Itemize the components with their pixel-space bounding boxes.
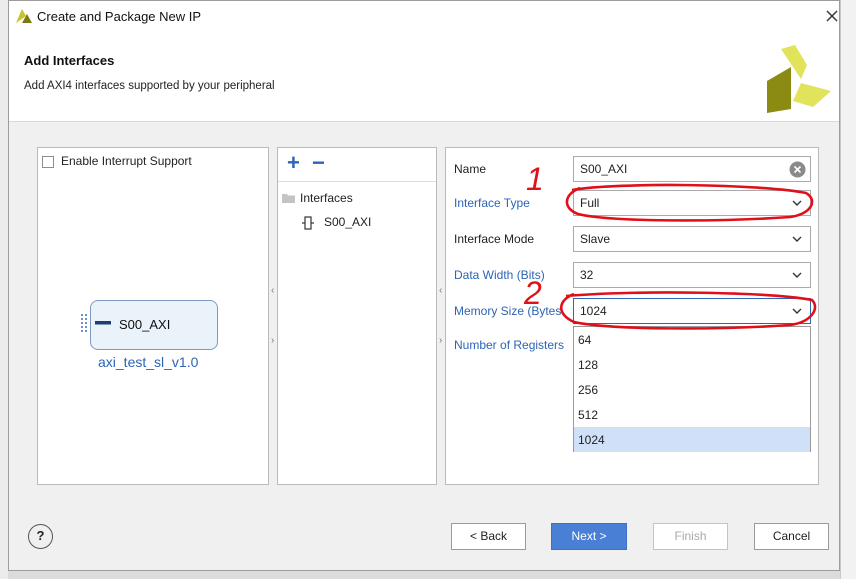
collapse-left-arrow-2[interactable]: ‹ [439,285,442,296]
background-app-left [0,0,8,579]
expand-right-arrow[interactable]: › [271,335,274,346]
name-field[interactable]: S00_AXI [573,156,811,182]
collapse-left-arrow[interactable]: ‹ [271,285,274,296]
create-package-ip-dialog: Create and Package New IP Add Interfaces… [8,0,840,571]
memory-size-option[interactable]: 64 [574,327,810,352]
remove-interface-button[interactable]: − [312,150,325,176]
interface-mode-value: Slave [580,232,611,246]
page-subtitle: Add AXI4 interfaces supported by your pe… [24,80,275,92]
memory-size-option[interactable]: 256 [574,377,810,402]
clear-icon[interactable] [789,161,806,178]
interrupt-label: Enable Interrupt Support [61,154,192,168]
data-width-select[interactable]: 32 [573,262,811,288]
interrupt-checkbox[interactable] [42,156,54,168]
memory-size-label: Memory Size (Bytes [454,304,562,318]
interface-type-select[interactable]: Full [573,190,811,216]
data-width-label: Data Width (Bits) [454,268,545,282]
memory-size-select[interactable]: 1024 [573,298,811,324]
memory-size-option[interactable]: 512 [574,402,810,427]
interface-type-label: Interface Type [454,196,530,210]
name-field-value: S00_AXI [580,162,628,176]
vivado-logo-icon [767,45,831,113]
ip-block-port-label: S00_AXI [119,317,171,332]
number-of-registers-label: Number of Registers [454,338,565,352]
chevron-down-icon [792,236,802,242]
page-header: Add Interfaces Add AXI4 interfaces suppo… [9,31,839,122]
collapse-icon[interactable] [95,320,111,326]
folder-icon [282,194,295,203]
tree-item-s00-axi[interactable]: S00_AXI [324,215,371,229]
memory-size-option[interactable]: 128 [574,352,810,377]
cancel-button[interactable]: Cancel [754,523,829,550]
interfaces-tree-panel: + − Interfaces S00_AXI [277,147,437,485]
interface-type-value: Full [580,196,600,210]
add-interface-button[interactable]: + [287,150,300,176]
finish-button[interactable]: Finish [653,523,728,550]
dialog-title: Create and Package New IP [37,9,202,24]
next-button[interactable]: Next > [551,523,627,550]
title-bar: Create and Package New IP [9,1,839,31]
expand-right-arrow-2[interactable]: › [439,335,442,346]
page-title: Add Interfaces [24,53,115,68]
ip-name-label: axi_test_sl_v1.0 [98,354,199,370]
memory-size-option-selected[interactable]: 1024 [574,427,810,452]
close-icon[interactable] [821,5,843,27]
tree-root-interfaces[interactable]: Interfaces [300,191,353,205]
chevron-down-icon [792,308,802,314]
app-logo-icon [16,9,32,23]
name-label: Name [454,162,487,176]
interface-mode-select[interactable]: Slave [573,226,811,252]
ip-symbol-panel: Enable Interrupt Support S00_AXI axi_tes… [37,147,269,485]
memory-size-value: 1024 [580,304,607,318]
back-button[interactable]: < Back [451,523,526,550]
chevron-down-icon [792,272,802,278]
chevron-down-icon [792,200,802,206]
interface-mode-label: Interface Mode [454,232,535,246]
data-width-value: 32 [580,268,594,282]
memory-size-dropdown-list: 64 128 256 512 1024 [573,326,811,452]
tree-toolbar: + − [278,148,436,182]
help-button[interactable]: ? [28,524,53,549]
help-icon: ? [36,528,45,543]
ip-block[interactable]: S00_AXI [90,300,218,350]
background-app-right [840,0,856,579]
interface-port-icon [302,216,314,230]
